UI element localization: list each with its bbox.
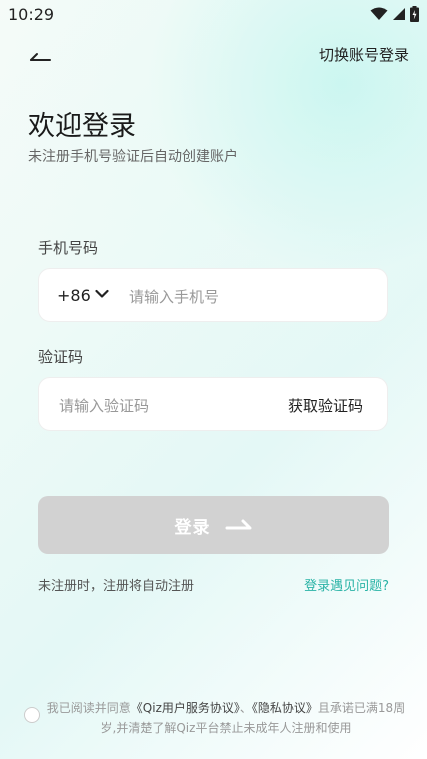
- arrow-right-icon: [225, 519, 251, 530]
- login-button-label: 登录: [174, 517, 211, 537]
- phone-input[interactable]: [127, 284, 371, 310]
- get-code-button[interactable]: 获取验证码: [288, 395, 363, 416]
- phone-label: 手机号码: [38, 239, 99, 257]
- header: 切换账号登录: [0, 36, 427, 72]
- battery-icon: [410, 6, 419, 22]
- login-problem-link[interactable]: 登录遇见问题?: [304, 575, 389, 594]
- status-bar: 10:29: [0, 0, 427, 30]
- country-code: +86: [57, 286, 91, 305]
- privacy-link[interactable]: 《隐私协议》: [252, 701, 318, 715]
- chevron-down-icon: [95, 289, 109, 298]
- wifi-icon: [370, 7, 388, 20]
- agreement-separator: 、: [239, 701, 252, 715]
- phone-field: +86: [38, 268, 388, 322]
- agreement-checkbox[interactable]: [24, 707, 40, 723]
- back-arrow-icon: [30, 53, 51, 61]
- page-subtitle: 未注册手机号验证后自动创建账户: [28, 149, 238, 165]
- status-icons: [370, 6, 419, 22]
- user-agreement-link[interactable]: 《Qiz用户服务协议》: [131, 701, 240, 715]
- code-label: 验证码: [38, 348, 84, 366]
- code-field: 获取验证码: [38, 377, 388, 431]
- status-time: 10:29: [8, 5, 55, 24]
- agreement-text: 我已阅读并同意《Qiz用户服务协议》、《隐私协议》且承诺已满18周岁,并清楚了解…: [46, 698, 406, 738]
- auto-register-note: 未注册时，注册将自动注册: [38, 579, 195, 594]
- login-button[interactable]: 登录: [38, 496, 389, 554]
- page-title: 欢迎登录: [28, 111, 136, 142]
- agreement-prefix: 我已阅读并同意: [46, 701, 131, 715]
- signal-icon: [393, 8, 405, 20]
- back-button[interactable]: [26, 40, 56, 68]
- code-input[interactable]: [57, 393, 261, 419]
- switch-account-link[interactable]: 切换账号登录: [319, 44, 409, 65]
